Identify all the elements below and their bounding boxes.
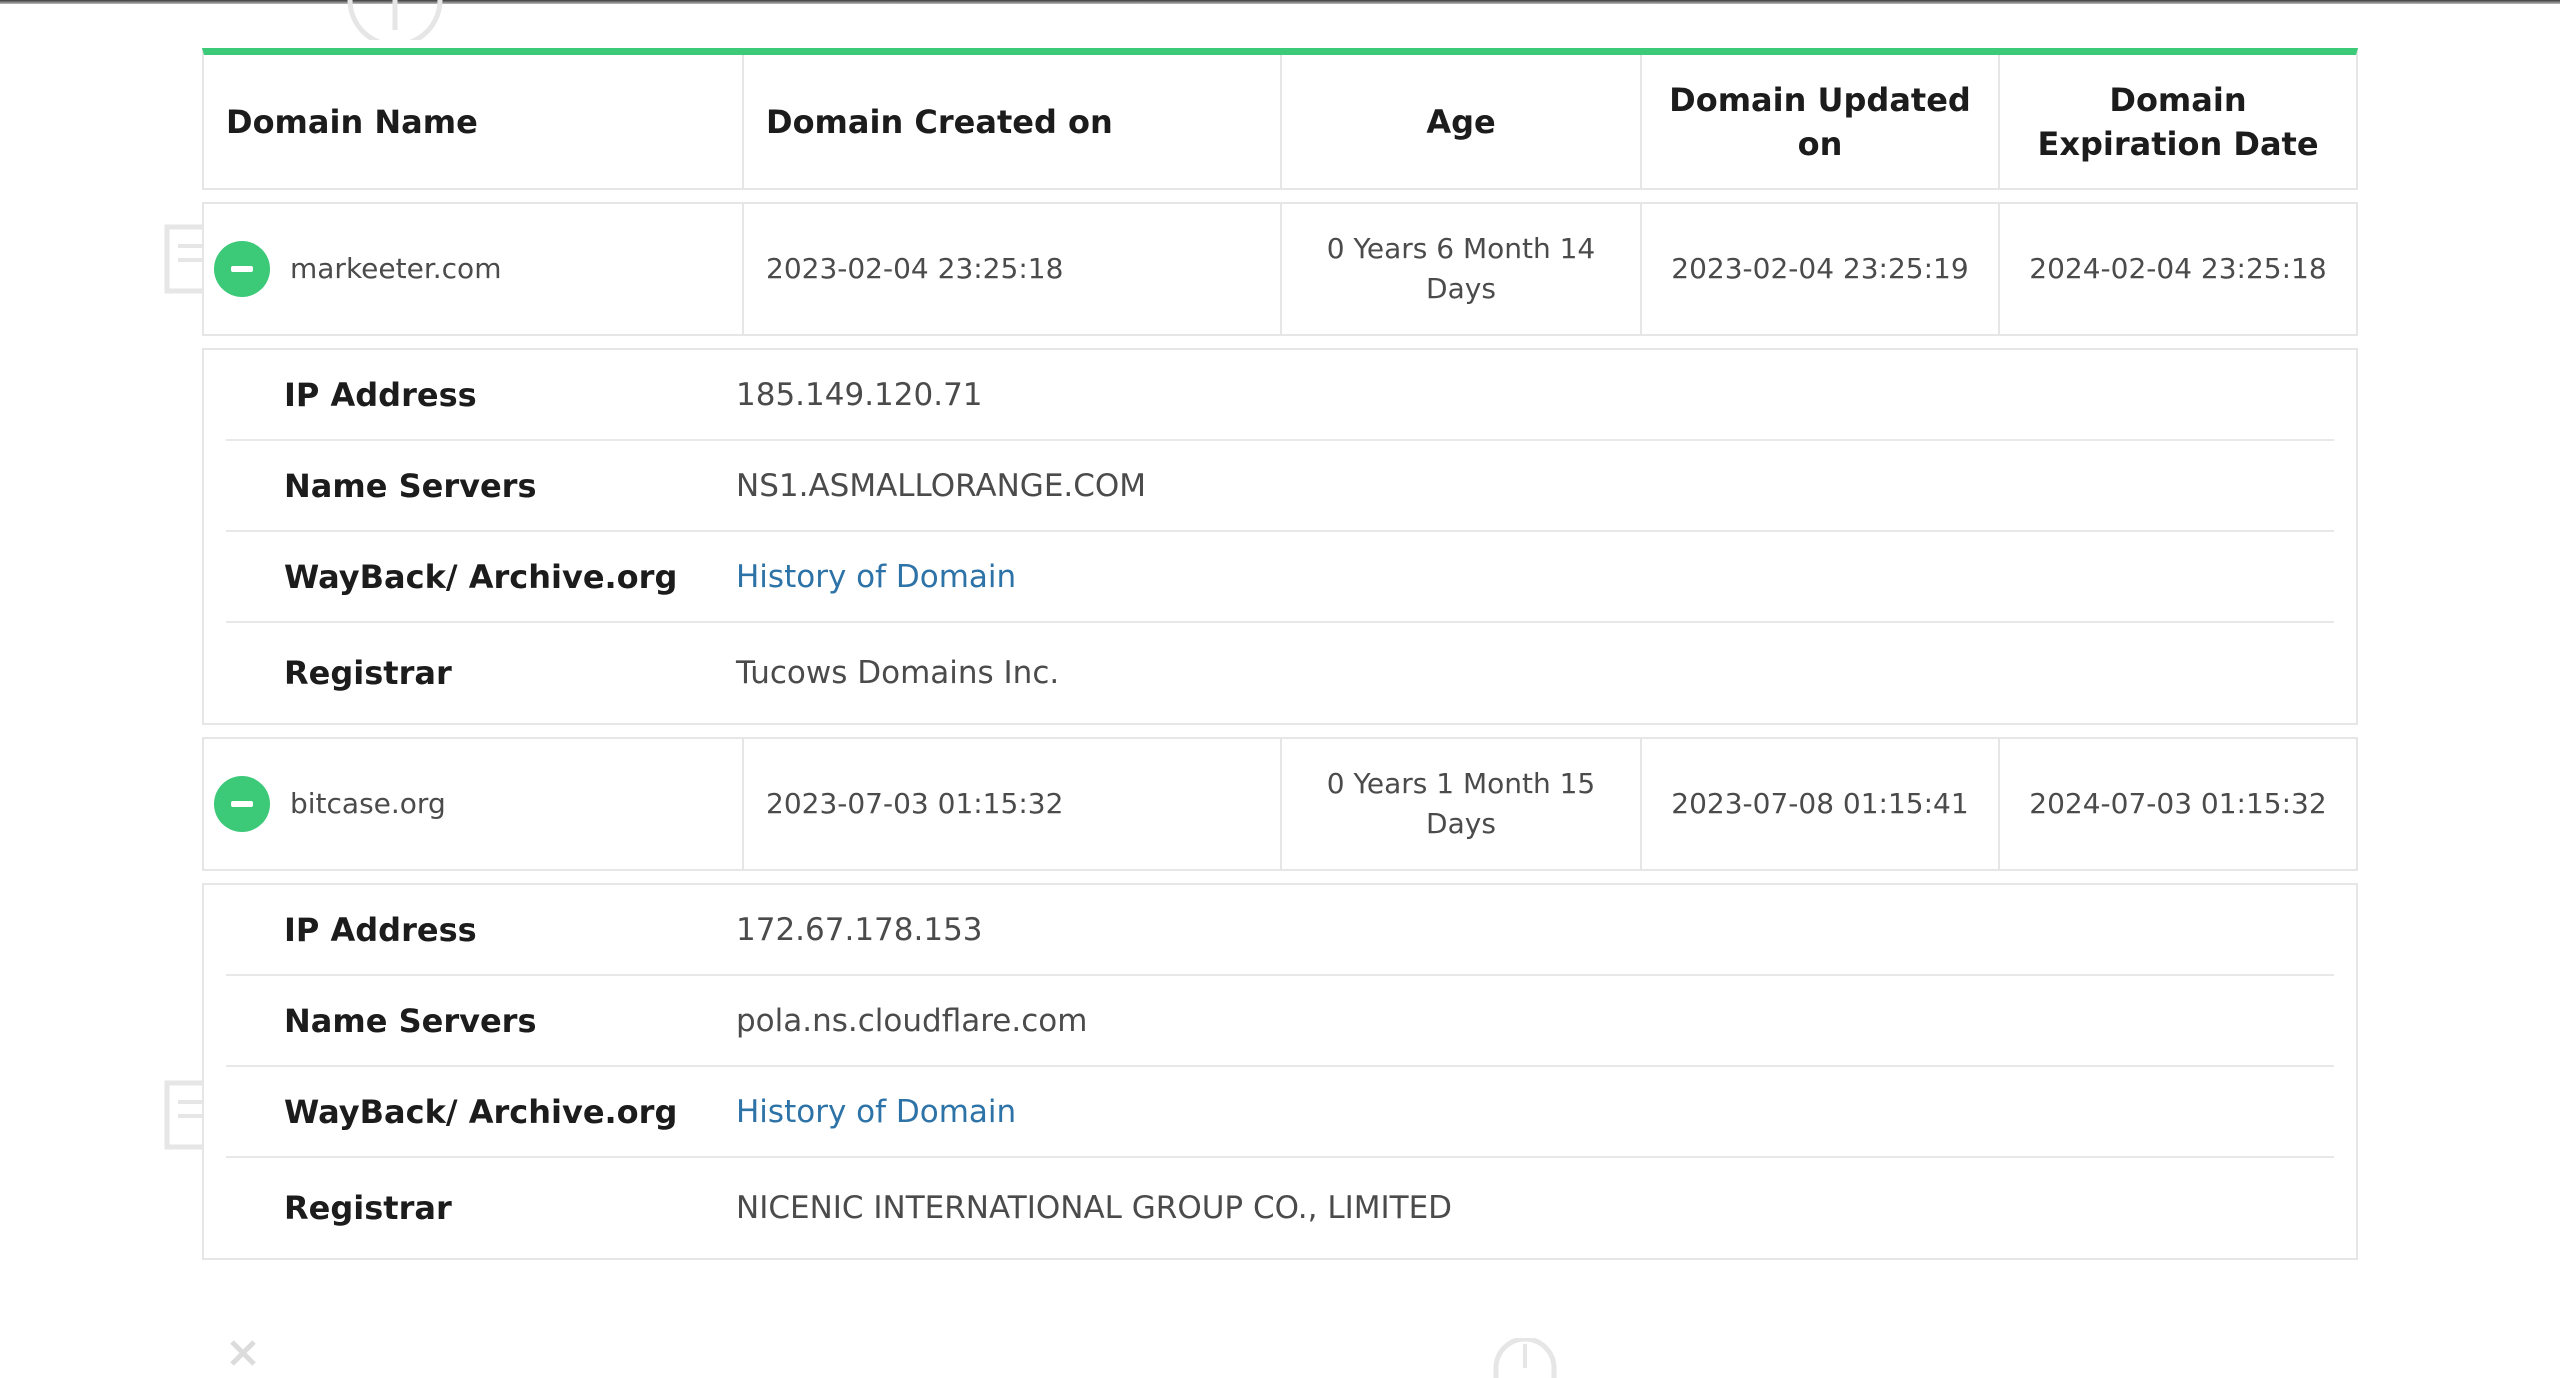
domain-age: 0 Years 6 Month 14 Days <box>1282 204 1642 334</box>
name-servers-value: pola.ns.cloudflare.com <box>736 1002 1088 1039</box>
detail-label: IP Address <box>284 375 477 414</box>
header-domain-created: Domain Created on <box>744 55 1282 188</box>
top-shadow <box>0 0 2560 4</box>
domain-updated: 2023-07-08 01:15:41 <box>1642 739 2000 869</box>
detail-row-registrar: Registrar NICENIC INTERNATIONAL GROUP CO… <box>226 1158 2334 1258</box>
collapse-minus-icon[interactable] <box>214 776 270 832</box>
document-icon <box>164 224 204 294</box>
domain-created: 2023-07-03 01:15:32 <box>744 739 1282 869</box>
document-icon <box>164 1080 204 1150</box>
header-domain-expiration: Domain Expiration Date <box>2037 80 2319 163</box>
table-row: bitcase.org 2023-07-03 01:15:32 0 Years … <box>202 737 2358 871</box>
detail-row-ns: Name Servers pola.ns.cloudflare.com <box>226 976 2334 1067</box>
detail-label: WayBack/ Archive.org <box>284 557 678 596</box>
domain-created: 2023-02-04 23:25:18 <box>744 204 1282 334</box>
detail-label: Registrar <box>284 654 452 692</box>
detail-row-registrar: Registrar Tucows Domains Inc. <box>226 623 2334 723</box>
detail-label: WayBack/ Archive.org <box>284 1092 678 1131</box>
detail-label: Registrar <box>284 1189 452 1227</box>
registrar-value: NICENIC INTERNATIONAL GROUP CO., LIMITED <box>736 1190 1453 1226</box>
domain-name: bitcase.org <box>290 787 446 820</box>
table-row: markeeter.com 2023-02-04 23:25:18 0 Year… <box>202 202 2358 336</box>
mouse-icon <box>1492 1338 1558 1378</box>
domain-updated: 2023-02-04 23:25:19 <box>1642 204 2000 334</box>
header-domain-updated: Domain Updated on <box>1642 55 2000 188</box>
registrar-value: Tucows Domains Inc. <box>736 655 1060 691</box>
detail-row-ip: IP Address 172.67.178.153 <box>226 885 2334 976</box>
history-of-domain-link[interactable]: History of Domain <box>736 1094 1016 1130</box>
header-domain-name: Domain Name <box>204 55 744 188</box>
domain-expiration: 2024-02-04 23:25:18 <box>2029 252 2327 285</box>
domain-name-cell: bitcase.org <box>204 739 744 869</box>
name-servers-value: NS1.ASMALLORANGE.COM <box>736 467 1147 504</box>
domain-name-cell: markeeter.com <box>204 204 744 334</box>
domain-name: markeeter.com <box>290 252 502 285</box>
detail-row-ip: IP Address 185.149.120.71 <box>226 350 2334 441</box>
domain-expiration: 2024-07-03 01:15:32 <box>2029 787 2327 820</box>
ip-address-value: 172.67.178.153 <box>736 911 983 948</box>
close-icon <box>228 1338 258 1368</box>
detail-label: Name Servers <box>284 466 537 505</box>
detail-label: Name Servers <box>284 1001 537 1040</box>
domain-detail-panel: IP Address 172.67.178.153 Name Servers p… <box>202 883 2358 1260</box>
collapse-minus-icon[interactable] <box>214 241 270 297</box>
detail-row-ns: Name Servers NS1.ASMALLORANGE.COM <box>226 441 2334 532</box>
history-of-domain-link[interactable]: History of Domain <box>736 559 1016 595</box>
detail-label: IP Address <box>284 910 477 949</box>
pie-chart-icon <box>340 0 450 40</box>
table-header: Domain Name Domain Created on Age Domain… <box>202 48 2358 190</box>
header-age: Age <box>1282 55 1642 188</box>
domain-table: Domain Name Domain Created on Age Domain… <box>202 48 2358 1260</box>
domain-age: 0 Years 1 Month 15 Days <box>1282 739 1642 869</box>
detail-row-wayback: WayBack/ Archive.org History of Domain <box>226 1067 2334 1158</box>
ip-address-value: 185.149.120.71 <box>736 376 983 413</box>
domain-detail-panel: IP Address 185.149.120.71 Name Servers N… <box>202 348 2358 725</box>
detail-row-wayback: WayBack/ Archive.org History of Domain <box>226 532 2334 623</box>
